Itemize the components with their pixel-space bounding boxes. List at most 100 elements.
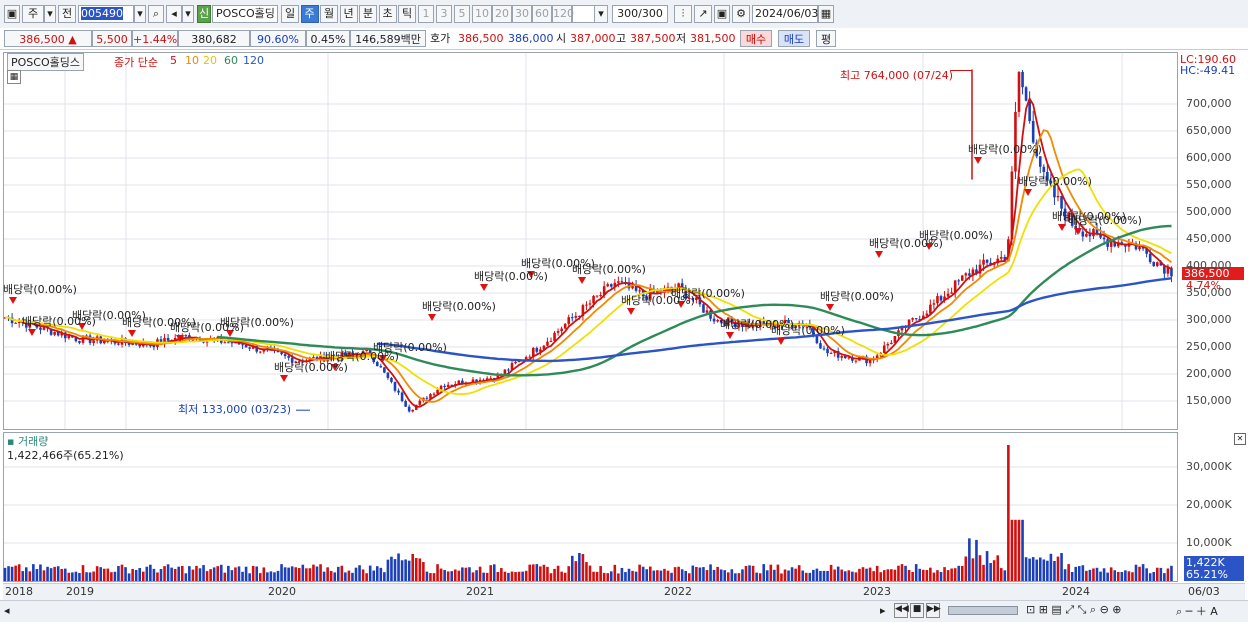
ma-period-20[interactable]: 20 — [203, 54, 217, 67]
low-label-text: 저 — [676, 32, 687, 45]
tab-0[interactable]: 일 — [281, 5, 299, 23]
layout-icon[interactable]: ▣ — [4, 5, 20, 23]
y-tick-label: 300,000 — [1186, 313, 1232, 326]
scroll-right-icon[interactable]: ▸ — [880, 604, 886, 617]
y-tick-label: 450,000 — [1186, 232, 1232, 245]
x-tick-label: 2019 — [66, 585, 94, 598]
volume-tick-label: 20,000K — [1186, 498, 1232, 511]
trade-volume: 380,682 — [191, 33, 237, 46]
x-tick-label: 2024 — [1062, 585, 1090, 598]
speaker-icon[interactable]: ◂ — [166, 5, 182, 23]
sell-button[interactable]: 매도 — [778, 30, 810, 47]
count-value: 300/300 — [617, 7, 663, 20]
stock-name-text: POSCO홀딩스 — [216, 7, 275, 20]
y-tick-label: 550,000 — [1186, 178, 1232, 191]
speaker-dropdown-icon[interactable]: ▾ — [182, 5, 194, 23]
scroll-bar[interactable]: ◂ ▸ ◀◀ ■ ▶▶ ⊡ ⊞ ▤ ⤢ ⤡ ⌕ ⊖ ⊕ ⌕ ─ ＋ A — [0, 600, 1248, 622]
dividend-annotation: 배당락(0.00%) — [1068, 214, 1142, 227]
code-dropdown-icon[interactable]: ▾ — [134, 5, 146, 23]
chart-stock-name-text: POSCO홀딩스 — [11, 56, 80, 69]
volume-chart-panel[interactable] — [3, 432, 1178, 582]
stock-code-input[interactable]: 005490 — [78, 5, 134, 23]
count-dropdown-icon[interactable]: ▾ — [594, 5, 608, 23]
hc-text: HC:-49.41 — [1180, 64, 1236, 77]
sell-label: 매도 — [783, 33, 805, 46]
minute-option-5[interactable]: 5 — [454, 5, 470, 23]
ma-period-5[interactable]: 5 — [170, 54, 177, 67]
tab-6[interactable]: 틱 — [398, 5, 416, 23]
open-label-text: 시 — [556, 32, 567, 45]
x-tick-label: 06/03 — [1188, 585, 1220, 598]
grid-toggle-icon[interactable]: ▦ — [7, 70, 21, 84]
prev-label: 전 — [61, 7, 73, 20]
date-input[interactable]: 2024/06/03 — [752, 5, 818, 23]
zoom-icons[interactable]: ⌕ ─ ＋ A — [1176, 603, 1218, 619]
tab-2[interactable]: 월 — [320, 5, 338, 23]
minute-option-120[interactable]: 120 — [552, 5, 574, 23]
chevron-down-icon[interactable]: ▾ — [44, 5, 56, 23]
change-pct-box: +1.44% — [132, 30, 178, 47]
high-label: 고 — [616, 30, 626, 47]
dividend-annotation: 배당락(0.00%) — [919, 229, 993, 242]
tab-1[interactable]: 주 — [300, 5, 319, 23]
minute-option-10[interactable]: 10 — [472, 5, 492, 23]
tool-icons[interactable]: ⊡ ⊞ ▤ ⤢ ⤡ ⌕ ⊖ ⊕ — [1026, 603, 1122, 617]
calendar-icon[interactable]: ▦ — [818, 5, 834, 23]
dividend-annotation: 배당락(0.00%) — [820, 290, 894, 303]
minute-option-20[interactable]: 20 — [492, 5, 512, 23]
low-label: 저 — [676, 30, 686, 47]
tab-5[interactable]: 초 — [378, 5, 397, 23]
count-input[interactable]: 300/300 — [612, 5, 668, 23]
bid-price: 386,000 — [508, 30, 554, 47]
eval-label: 평 — [820, 33, 832, 46]
stop-icon[interactable]: ■ — [910, 603, 924, 618]
minute-option-3[interactable]: 3 — [436, 5, 452, 23]
tab-3[interactable]: 년 — [339, 5, 358, 23]
y-tick-label: 250,000 — [1186, 340, 1232, 353]
scroll-thumb[interactable] — [948, 606, 1018, 615]
high-label-text: 고 — [616, 32, 627, 45]
change-percent: +1.44% — [133, 33, 178, 46]
period-select[interactable]: 주 — [22, 5, 44, 23]
x-tick-label: 2018 — [5, 585, 33, 598]
minute-option-30[interactable]: 30 — [512, 5, 532, 23]
volume-tick-label: 30,000K — [1186, 460, 1232, 473]
high-annotation: 최고 764,000 (07/24) — [840, 67, 953, 83]
prev-button[interactable]: 전 — [58, 5, 76, 23]
chart-stock-name[interactable]: POSCO홀딩스 — [7, 53, 84, 71]
high-value: 387,500 — [630, 32, 676, 45]
dividend-annotation: 배당락(0.00%) — [373, 341, 447, 354]
quote-bar: 386,500 ▲ 5,500 +1.44% 380,682 90.60% 0.… — [0, 28, 1248, 50]
x-tick-label: 2020 — [268, 585, 296, 598]
dividend-annotation: 배당락(0.00%) — [422, 300, 496, 313]
ma-period-60[interactable]: 60 — [224, 54, 238, 67]
dividend-annotation: 배당락(0.00%) — [968, 143, 1042, 156]
search-icon[interactable]: ⌕ — [148, 5, 164, 23]
ma-period-120[interactable]: 120 — [243, 54, 264, 67]
minute-option-1[interactable]: 1 — [418, 5, 434, 23]
rewind-icon[interactable]: ◀◀ — [894, 603, 909, 618]
buy-button[interactable]: 매수 — [740, 30, 772, 47]
dividend-annotation: 배당락(0.00%) — [572, 263, 646, 276]
volume-box: 380,682 — [178, 30, 250, 47]
high-annotation-text: 최고 764,000 (07/24) — [840, 69, 954, 82]
eval-button[interactable]: 평 — [816, 30, 836, 47]
draw-tool-icon[interactable]: ↗ — [694, 5, 712, 23]
y-tick-label: 700,000 — [1186, 97, 1232, 110]
save-icon[interactable]: ▣ — [714, 5, 730, 23]
close-panel-icon[interactable]: ✕ — [1234, 433, 1246, 445]
candle-icon[interactable]: ⫶ — [674, 5, 692, 23]
date-value: 2024/06/03 — [755, 7, 819, 20]
gear-icon[interactable]: ⚙ — [732, 5, 750, 23]
tab-4[interactable]: 분 — [359, 5, 377, 23]
x-axis — [3, 583, 1245, 601]
price-chart-panel[interactable] — [3, 52, 1178, 430]
ma-period-10[interactable]: 10 — [185, 54, 199, 67]
period-label: 주 — [27, 7, 39, 20]
open-value: 387,000 — [570, 32, 616, 45]
scroll-left-icon[interactable]: ◂ — [4, 604, 10, 617]
high-price: 387,500 — [630, 30, 676, 47]
forward-icon[interactable]: ▶▶ — [926, 603, 941, 618]
minute-option-60[interactable]: 60 — [532, 5, 552, 23]
stock-code: 005490 — [81, 7, 123, 20]
